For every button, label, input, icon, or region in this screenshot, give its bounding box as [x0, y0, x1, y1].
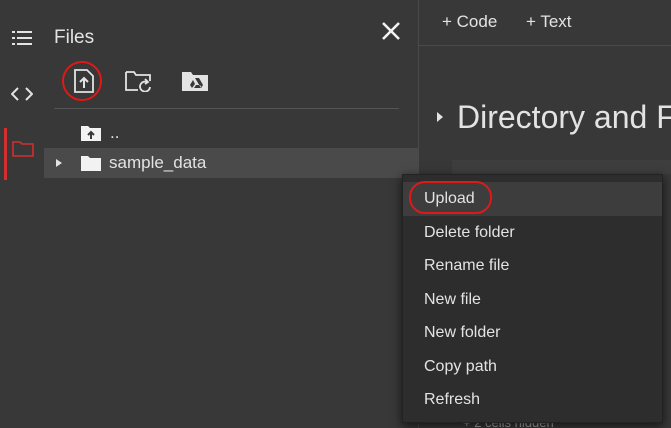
menu-item-new-folder[interactable]: New folder: [403, 316, 662, 350]
parent-folder-icon: [81, 126, 101, 141]
activity-rail: [0, 0, 44, 428]
section-collapse-caret-icon[interactable]: [435, 110, 445, 124]
code-snippets-button[interactable]: [0, 74, 44, 114]
mount-drive-button[interactable]: [180, 66, 210, 96]
files-button[interactable]: [0, 128, 44, 180]
close-icon: [382, 22, 400, 40]
upload-file-button[interactable]: [69, 66, 99, 96]
tree-item-label: ..: [110, 123, 120, 142]
menu-item-copy-path[interactable]: Copy path: [403, 350, 662, 384]
menu-item-delete-folder[interactable]: Delete folder: [403, 216, 662, 250]
menu-item-upload[interactable]: Upload: [403, 182, 662, 216]
toolbar-divider: [54, 108, 399, 109]
table-of-contents-button[interactable]: [0, 18, 44, 58]
menu-item-refresh[interactable]: Refresh: [403, 383, 662, 417]
folder-icon: [81, 156, 101, 171]
menu-item-new-file[interactable]: New file: [403, 283, 662, 317]
upload-file-icon: [74, 69, 94, 93]
tree-item-parent[interactable]: ..: [44, 118, 418, 148]
notebook-toolbar: + Code + Text: [419, 0, 671, 46]
refresh-button[interactable]: [124, 66, 154, 96]
mount-drive-icon: [182, 72, 208, 91]
code-icon: [11, 87, 33, 101]
context-menu: Upload Delete folder Rename file New fil…: [402, 174, 663, 423]
section-heading: Directory and F: [457, 99, 671, 135]
code-cell[interactable]: [452, 160, 671, 174]
panel-title: Files: [54, 27, 95, 48]
tree-item-label: sample_data: [109, 153, 207, 172]
refresh-folder-icon: [125, 71, 151, 92]
menu-item-rename-file[interactable]: Rename file: [403, 249, 662, 283]
add-code-button[interactable]: + Code: [442, 12, 497, 32]
add-text-button[interactable]: + Text: [526, 12, 572, 32]
folder-icon: [12, 140, 34, 157]
toc-icon: [12, 31, 32, 45]
expand-caret-icon[interactable]: [54, 157, 64, 169]
close-panel-button[interactable]: [378, 18, 404, 44]
tree-item-sample-data[interactable]: sample_data: [44, 148, 418, 178]
files-panel: Files .. sample_data: [44, 0, 419, 428]
